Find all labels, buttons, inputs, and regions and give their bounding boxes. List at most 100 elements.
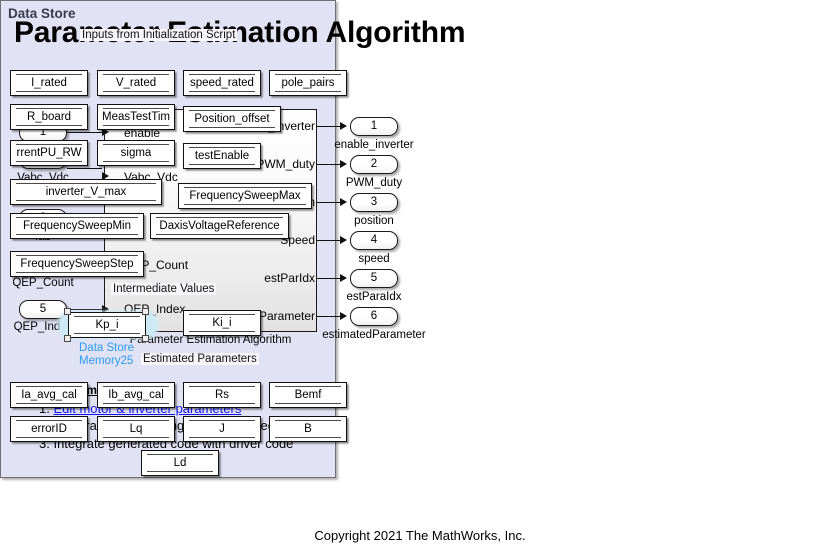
block-rule-bottom — [103, 91, 169, 92]
block-rule-top — [103, 108, 169, 109]
resize-handle-bottom-right[interactable] — [142, 335, 149, 342]
data-store-memory-errorid[interactable]: errorID — [10, 416, 88, 442]
data-store-memory-ib-avg-cal[interactable]: Ib_avg_cal — [97, 382, 175, 408]
block-rule-bottom — [275, 403, 341, 404]
data-store-memory-frequency-sweep-max[interactable]: FrequencySweepMax — [178, 183, 312, 209]
block-rule-top — [74, 316, 140, 317]
data-store-memory-speed-rated[interactable]: speed_rated — [183, 70, 261, 96]
data-store-memory-test-enable[interactable]: testEnable — [183, 143, 261, 169]
block-rule-bottom — [74, 333, 140, 334]
data-store-memory-current-pu-rwd[interactable]: rrentPU_RW — [10, 140, 88, 166]
block-outport-label-estparidx: estParIdx — [264, 271, 315, 285]
data-store-memory-v-rated[interactable]: V_rated — [97, 70, 175, 96]
block-rule-bottom — [16, 125, 82, 126]
block-label: Ld — [173, 457, 187, 469]
resize-handle-top-left[interactable] — [64, 308, 71, 315]
block-label: DaxisVoltageReference — [159, 220, 280, 232]
arrowhead-icon — [340, 274, 347, 282]
block-rule-top — [16, 217, 138, 218]
block-rule-top — [275, 386, 341, 387]
block-label: Bemf — [294, 389, 322, 401]
block-label: I_rated — [31, 77, 67, 89]
outport-block-1[interactable]: 1 — [350, 117, 398, 136]
block-label: Lq — [129, 423, 143, 435]
block-label: Position_offset — [194, 113, 270, 125]
data-store-memory-bemf[interactable]: Bemf — [269, 382, 347, 408]
block-rule-top — [189, 110, 275, 111]
outport-caption-5: estParaIdx — [346, 291, 402, 303]
block-label: J — [219, 423, 225, 435]
block-rule-top — [147, 454, 213, 455]
outport-block-3[interactable]: 3 — [350, 193, 398, 212]
outport-caption-4: speed — [358, 253, 390, 265]
selected-block-annotation: Data Store Memory25 — [79, 342, 134, 368]
selected-block-annotation-line2: Memory25 — [79, 355, 134, 367]
block-rule-top — [103, 420, 169, 421]
data-store-memory-ia-avg-cal[interactable]: Ia_avg_cal — [10, 382, 88, 408]
data-store-panel-title: Data Store — [8, 6, 76, 21]
outport-block-6[interactable]: 6 — [350, 307, 398, 326]
arrowhead-icon — [340, 198, 347, 206]
outport-number: 6 — [370, 310, 378, 322]
block-label: pole_pairs — [281, 77, 335, 89]
block-rule-bottom — [16, 403, 82, 404]
block-rule-top — [103, 74, 169, 75]
data-store-memory-rs[interactable]: Rs — [183, 382, 261, 408]
data-store-memory-b[interactable]: B — [269, 416, 347, 442]
resize-handle-bottom-left[interactable] — [64, 335, 71, 342]
block-rule-bottom — [184, 204, 306, 205]
block-label: FrequencySweepMin — [22, 220, 132, 232]
block-rule-top — [16, 420, 82, 421]
copyright-notice: Copyright 2021 The MathWorks, Inc. — [314, 528, 526, 543]
block-rule-bottom — [275, 437, 341, 438]
block-rule-top — [189, 147, 255, 148]
outport-number: 4 — [370, 234, 378, 246]
block-rule-top — [189, 74, 255, 75]
block-rule-top — [103, 144, 169, 145]
block-rule-bottom — [189, 331, 255, 332]
data-store-memory-inverter-v-max[interactable]: inverter_V_max — [10, 179, 162, 205]
data-store-memory-frequency-sweep-min[interactable]: FrequencySweepMin — [10, 213, 144, 239]
data-store-memory-meas-test-time[interactable]: MeasTestTim — [97, 104, 175, 130]
data-store-memory-daxis-voltage-reference[interactable]: DaxisVoltageReference — [150, 213, 289, 239]
outport-block-5[interactable]: 5 — [350, 269, 398, 288]
section-label-intermediate: Intermediate Values — [111, 283, 217, 295]
data-store-memory-ki-i[interactable]: Ki_i — [183, 310, 261, 336]
block-rule-top — [275, 420, 341, 421]
signal-line-inport-2 — [67, 168, 102, 169]
block-rule-bottom — [103, 125, 169, 126]
block-rule-bottom — [147, 471, 213, 472]
data-store-memory-frequency-sweep-step[interactable]: FrequencySweepStep — [10, 251, 144, 277]
data-store-memory-i-rated[interactable]: I_rated — [10, 70, 88, 96]
block-rule-top — [16, 74, 82, 75]
data-store-memory-pole-pairs[interactable]: pole_pairs — [269, 70, 347, 96]
data-store-memory-r-board[interactable]: R_board — [10, 104, 88, 130]
block-rule-bottom — [189, 91, 255, 92]
block-rule-top — [16, 108, 82, 109]
data-store-memory-sigma[interactable]: sigma — [97, 140, 175, 166]
data-store-memory-lq[interactable]: Lq — [97, 416, 175, 442]
block-label: FrequencySweepMax — [189, 190, 301, 202]
arrowhead-icon — [340, 312, 347, 320]
block-label: MeasTestTim — [102, 111, 170, 123]
data-store-memory-position-offset[interactable]: Position_offset — [183, 106, 281, 132]
outport-block-4[interactable]: 4 — [350, 231, 398, 250]
inport-caption-4: QEP_Count — [12, 277, 74, 289]
resize-handle-top-right[interactable] — [142, 308, 149, 315]
block-rule-top — [184, 187, 306, 188]
data-store-memory-ld[interactable]: Ld — [141, 450, 219, 476]
block-rule-top — [189, 386, 255, 387]
outport-caption-1: enable_inverter — [334, 139, 414, 151]
selected-block-annotation-line1: Data Store — [79, 342, 134, 354]
data-store-memory-j[interactable]: J — [183, 416, 261, 442]
outport-caption-2: PWM_duty — [345, 177, 403, 189]
block-label: Rs — [214, 389, 230, 401]
block-rule-top — [275, 74, 341, 75]
block-rule-top — [156, 217, 283, 218]
block-rule-bottom — [103, 437, 169, 438]
block-label: rrentPU_RW — [16, 147, 82, 159]
outport-block-2[interactable]: 2 — [350, 155, 398, 174]
data-store-memory-kp-i[interactable]: Kp_i — [68, 312, 146, 338]
block-rule-bottom — [16, 437, 82, 438]
block-label: testEnable — [194, 150, 250, 162]
